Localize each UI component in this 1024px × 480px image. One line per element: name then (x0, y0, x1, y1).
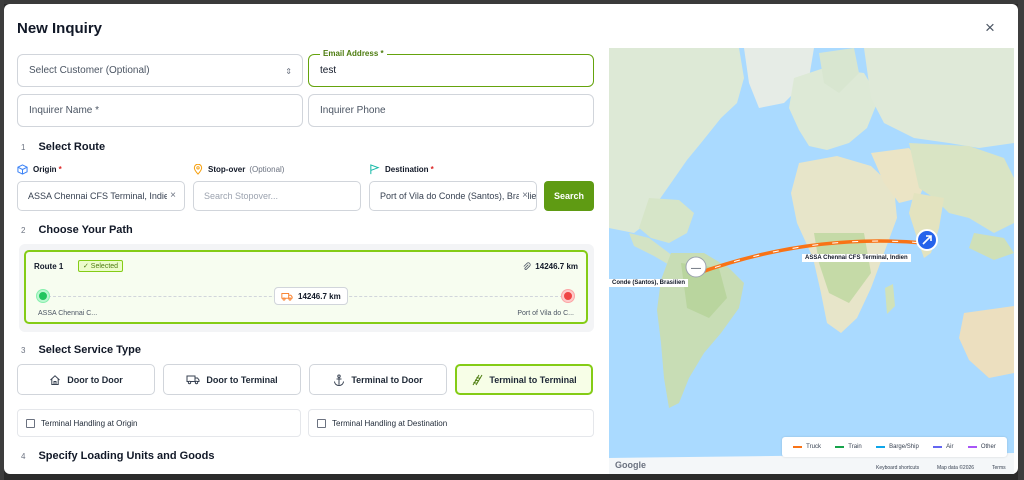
route-options: Route 1 ✓ Selected 14246.7 km 14246.7 km… (19, 244, 594, 332)
destination-map-label: Conde (Santos), Brasilien (609, 279, 689, 287)
truck-icon (186, 375, 200, 385)
backdrop-right (1018, 0, 1024, 480)
map-data-text: Map data ©2026 (937, 465, 975, 471)
stopover-label: Stop-over (Optional) (193, 164, 284, 175)
destination-input[interactable]: Port of Vila do Conde (Santos), Brasilie… (369, 181, 537, 211)
stopover-input[interactable]: Search Stopover... (193, 181, 361, 211)
anchor-icon (334, 374, 345, 386)
service-terminal-to-door[interactable]: Terminal to Door (309, 364, 447, 395)
clear-destination-icon[interactable]: × (519, 190, 528, 201)
customer-select-placeholder: Select Customer (Optional) (29, 65, 150, 76)
service-terminal-to-terminal[interactable]: Terminal to Terminal (455, 364, 593, 395)
route-end-dot (562, 290, 574, 302)
route-title: Route 1 (34, 262, 64, 271)
truck-icon (281, 292, 293, 301)
origin-map-label: ASSA Chennai CFS Terminal, Indien (802, 254, 911, 262)
customer-select[interactable]: Select Customer (Optional) ⇕ (17, 54, 303, 87)
route-end-label: Port of Vila do C... (517, 310, 574, 317)
terminal-handling-destination-label: Terminal Handling at Destination (332, 418, 448, 428)
flag-icon (370, 164, 380, 175)
legend-air: Air (933, 444, 953, 450)
cube-icon (17, 164, 28, 175)
route-map[interactable]: — ASSA Chennai CFS Terminal, Indien Cond… (609, 48, 1014, 474)
step-choose-path: 2 Choose Your Path (21, 224, 133, 236)
origin-input[interactable]: ASSA Chennai CFS Terminal, Indien × (17, 181, 185, 211)
route-start-label: ASSA Chennai C... (38, 310, 98, 317)
step-service-type: 3 Select Service Type (21, 344, 141, 356)
route-start-dot (37, 290, 49, 302)
keyboard-shortcuts-link[interactable]: Keyboard shortcuts (876, 465, 919, 471)
checkbox[interactable] (26, 418, 35, 428)
svg-text:—: — (691, 263, 701, 274)
map-pin-icon (193, 164, 203, 175)
search-button[interactable]: Search (544, 181, 594, 211)
new-inquiry-dialog: New Inquiry × Select Customer (Optional)… (4, 4, 1018, 474)
selected-badge: ✓ Selected (78, 260, 124, 272)
legend-train: Train (835, 444, 862, 450)
chevron-updown-icon: ⇕ (285, 67, 292, 76)
inquirer-name-placeholder: Inquirer Name * (29, 105, 100, 116)
step-select-route: 1 Select Route (21, 141, 106, 153)
stopover-placeholder: Search Stopover... (204, 191, 279, 201)
inquirer-phone-placeholder: Inquirer Phone (320, 105, 386, 116)
service-door-to-door[interactable]: Door to Door (17, 364, 155, 395)
map-legend: Truck Train Barge/Ship Air Other (782, 437, 1007, 457)
paperclip-icon (523, 262, 531, 270)
terminal-handling-destination-checkbox[interactable]: Terminal Handling at Destination (308, 409, 594, 437)
legend-truck: Truck (793, 444, 821, 450)
legend-barge-ship: Barge/Ship (876, 444, 919, 450)
clear-origin-icon[interactable]: × (167, 190, 176, 201)
route-card[interactable]: Route 1 ✓ Selected 14246.7 km 14246.7 km… (24, 250, 588, 324)
rail-icon (472, 374, 483, 385)
email-value: test (320, 65, 337, 76)
home-icon (50, 374, 61, 385)
inquirer-phone-field[interactable]: Inquirer Phone (308, 94, 594, 127)
close-icon[interactable]: × (985, 19, 995, 37)
origin-value: ASSA Chennai CFS Terminal, Indien (28, 191, 174, 201)
google-logo: Google (615, 460, 646, 470)
email-field[interactable]: Email Address * test (308, 49, 594, 87)
terminal-handling-origin-checkbox[interactable]: Terminal Handling at Origin (17, 409, 301, 437)
terms-link[interactable]: Terms (992, 465, 1006, 471)
service-door-to-terminal[interactable]: Door to Terminal (163, 364, 301, 395)
destination-value: Port of Vila do Conde (Santos), Brasilie… (380, 191, 537, 201)
inquirer-name-field[interactable]: Inquirer Name * (17, 94, 303, 127)
email-label: Email Address * (320, 49, 387, 58)
legend-other: Other (967, 444, 996, 450)
checkbox[interactable] (317, 418, 326, 428)
dialog-title: New Inquiry (17, 20, 103, 37)
terminal-handling-origin-label: Terminal Handling at Origin (41, 418, 138, 428)
step-loading-units: 4 Specify Loading Units and Goods (21, 450, 215, 462)
destination-label: Destination * (369, 164, 434, 175)
leg-distance-pill: 14246.7 km (274, 287, 348, 305)
origin-label: Origin * (17, 164, 62, 175)
route-distance: 14246.7 km (522, 262, 578, 271)
